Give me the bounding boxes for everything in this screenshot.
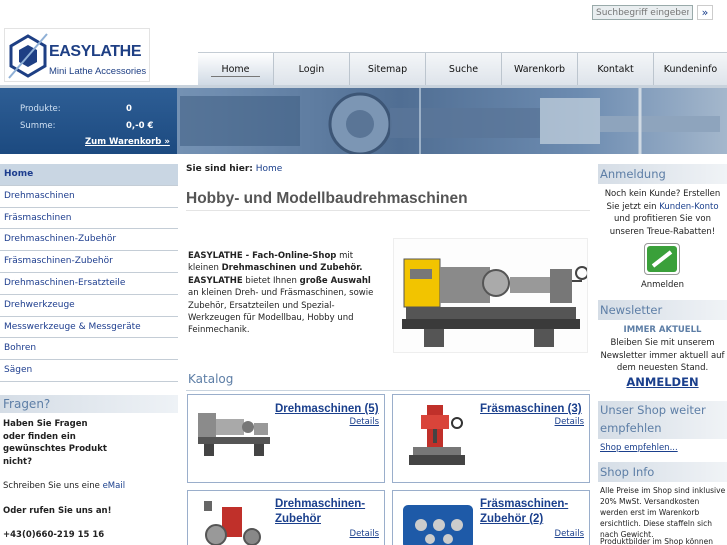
card-details-link[interactable]: Details bbox=[555, 529, 584, 539]
card-details-link[interactable]: Details bbox=[350, 529, 379, 539]
logo-hexagon-icon bbox=[8, 33, 48, 79]
sidebar-item-drehmaschinen-zubehoer[interactable]: Drehmaschinen-Zubehör bbox=[0, 229, 178, 252]
fragen-line: gewünschtes Produkt bbox=[3, 444, 107, 454]
pen-icon bbox=[647, 246, 677, 272]
card-details-link[interactable]: Details bbox=[555, 417, 584, 427]
cart-products-label: Produkte: bbox=[20, 104, 61, 114]
intro-text: EASYLATHE - Fach-Online-Shop mit kleinen… bbox=[188, 250, 383, 337]
sidebar-item-ersatzteile[interactable]: Drehmaschinen-Ersatzteile bbox=[0, 272, 178, 295]
fragen-line: Haben Sie Fragen bbox=[3, 419, 88, 429]
email-link[interactable]: eMail bbox=[103, 481, 126, 491]
sidebar-item-drehwerkzeuge[interactable]: Drehwerkzeuge bbox=[0, 294, 178, 317]
katalog-divider bbox=[186, 390, 590, 391]
login-button-label[interactable]: Anmelden bbox=[598, 279, 727, 292]
login-heading: Anmeldung bbox=[598, 164, 727, 184]
page-title: Hobby- und Modellbaudrehmaschinen bbox=[186, 190, 468, 207]
breadcrumb-home-link[interactable]: Home bbox=[256, 164, 283, 174]
fragen-heading: Fragen? bbox=[0, 395, 178, 413]
main-nav: Home Login Sitemap Suche Warenkorb Konta… bbox=[198, 52, 727, 86]
sidebar-item-drehmaschinen[interactable]: Drehmaschinen bbox=[0, 185, 178, 208]
category-card-fraesmaschinen[interactable]: Fräsmaschinen (3) Details bbox=[392, 394, 590, 483]
nav-home-label: Home bbox=[211, 63, 260, 77]
newsletter-heading: Newsletter bbox=[598, 300, 727, 320]
login-icon-button[interactable] bbox=[644, 243, 680, 275]
lathe-accessory-thumb-icon bbox=[204, 501, 261, 545]
fragen-write-text: Schreiben Sie uns eine bbox=[3, 481, 100, 491]
intro-shop: EASYLATHE - Fach-Online-Shop bbox=[188, 251, 337, 261]
shopinfo-heading: Shop Info bbox=[598, 462, 727, 482]
search-submit-button[interactable]: » bbox=[697, 5, 713, 20]
mill-accessory-thumb-icon bbox=[403, 505, 473, 545]
fragen-call-text: Oder rufen Sie uns an! bbox=[3, 505, 112, 516]
header: EASYLATHE Mini Lathe Accessories » Home … bbox=[0, 0, 727, 88]
fragen-phone: +43(0)660-219 15 16 bbox=[3, 530, 105, 540]
logo[interactable]: EASYLATHE Mini Lathe Accessories bbox=[4, 28, 150, 82]
customer-account-link[interactable]: Kunden-Konto bbox=[659, 202, 718, 212]
category-card-drehmaschinen-zubehoer[interactable]: Drehmaschinen-Zubehör Details bbox=[187, 490, 385, 545]
sidebar-item-saegen[interactable]: Sägen bbox=[0, 360, 178, 382]
newsletter-subtitle: IMMER AKTUELL bbox=[623, 325, 702, 335]
sidebar-item-bohren[interactable]: Bohren bbox=[0, 338, 178, 361]
cart-summary: Produkte: 0 Summe: 0,-0 € Zum Warenkorb … bbox=[0, 88, 177, 154]
mill-thumb-icon bbox=[409, 405, 465, 465]
fragen-line: nicht? bbox=[3, 456, 33, 467]
nav-suche[interactable]: Suche bbox=[426, 53, 502, 86]
intro-text-3: an kleinen Dreh- und Fräsmaschinen, sowi… bbox=[188, 288, 374, 336]
logo-subtitle: Mini Lathe Accessories bbox=[49, 66, 147, 77]
breadcrumb: Sie sind hier: Home bbox=[186, 164, 282, 174]
cart-link[interactable]: Zum Warenkorb » bbox=[85, 137, 170, 147]
title-divider bbox=[186, 210, 590, 211]
search-input[interactable] bbox=[592, 5, 693, 20]
cart-products-value: 0 bbox=[126, 104, 132, 114]
card-title[interactable]: Drehmaschinen (5) bbox=[275, 402, 379, 417]
nav-login[interactable]: Login bbox=[274, 53, 350, 86]
nav-sitemap[interactable]: Sitemap bbox=[350, 53, 426, 86]
sidebar-item-fraesmaschinen-zubehoer[interactable]: Fräsmaschinen-Zubehör bbox=[0, 251, 178, 273]
category-card-drehmaschinen[interactable]: Drehmaschinen (5) Details bbox=[187, 394, 385, 483]
intro-text-2: bietet Ihnen bbox=[242, 275, 300, 286]
shopinfo-text: Alle Preise im Shop sind inklusive 20% M… bbox=[600, 486, 726, 539]
card-title[interactable]: Fräsmaschinen-Zubehör (2) bbox=[480, 497, 589, 527]
breadcrumb-label: Sie sind hier: bbox=[186, 164, 253, 174]
lathe-thumb-icon bbox=[198, 413, 270, 456]
nav-kundeninfo[interactable]: Kundeninfo bbox=[654, 53, 727, 86]
nav-kontakt[interactable]: Kontakt bbox=[578, 53, 654, 86]
fragen-box: Haben Sie Fragen oder finden ein gewünsc… bbox=[3, 418, 178, 542]
logo-text: EASYLATHE bbox=[49, 43, 142, 60]
card-title[interactable]: Drehmaschinen-Zubehör bbox=[275, 497, 384, 527]
intro-choice: große Auswahl bbox=[299, 275, 371, 286]
sidebar-item-home[interactable]: Home bbox=[0, 164, 178, 186]
category-sidebar: Home Drehmaschinen Fräsmaschinen Drehmas… bbox=[0, 164, 178, 382]
category-card-fraesmaschinen-zubehoer[interactable]: Fräsmaschinen-Zubehör (2) Details bbox=[392, 490, 590, 545]
lathe-product-image bbox=[393, 238, 589, 353]
right-sidebar: Anmeldung Noch kein Kunde? Erstellen Sie… bbox=[598, 154, 727, 545]
login-text-2: und profitieren Sie von unseren Treue-Ra… bbox=[609, 214, 716, 237]
main-content: Sie sind hier: Home Hobby- und Modellbau… bbox=[178, 154, 598, 545]
newsletter-subscribe-link[interactable]: ANMELDEN bbox=[598, 376, 727, 389]
intro-machines: Drehmaschinen und Zubehör. bbox=[221, 263, 363, 274]
recommend-heading: Unser Shop weiter empfehlen bbox=[598, 401, 727, 439]
fragen-line: oder finden ein bbox=[3, 431, 76, 442]
shopinfo-more: Produktbilder im Shop können bbox=[600, 537, 714, 545]
sidebar-item-messwerkzeuge[interactable]: Messwerkzeuge & Messgeräte bbox=[0, 316, 178, 339]
nav-warenkorb[interactable]: Warenkorb bbox=[502, 53, 578, 86]
card-details-link[interactable]: Details bbox=[350, 417, 379, 427]
cart-sum-value: 0,-0 € bbox=[126, 121, 154, 131]
sidebar-item-fraesmaschinen[interactable]: Fräsmaschinen bbox=[0, 207, 178, 230]
nav-home[interactable]: Home bbox=[198, 53, 274, 86]
lathe-illustration-icon bbox=[402, 258, 589, 347]
intro-brand: EASYLATHE bbox=[188, 275, 243, 286]
newsletter-text: Bleiben Sie mit unserem Newsletter immer… bbox=[600, 338, 725, 373]
katalog-heading: Katalog bbox=[188, 372, 234, 386]
cart-sum-label: Summe: bbox=[20, 121, 56, 131]
banner: Produkte: 0 Summe: 0,-0 € Zum Warenkorb … bbox=[0, 88, 727, 154]
card-title[interactable]: Fräsmaschinen (3) bbox=[480, 402, 582, 417]
login-text: Noch kein Kunde? Erstellen Sie jetzt ein… bbox=[598, 188, 727, 238]
fragen-email-line: Schreiben Sie uns eine eMail bbox=[3, 480, 178, 493]
recommend-shop-link[interactable]: Shop empfehlen... bbox=[598, 442, 727, 455]
